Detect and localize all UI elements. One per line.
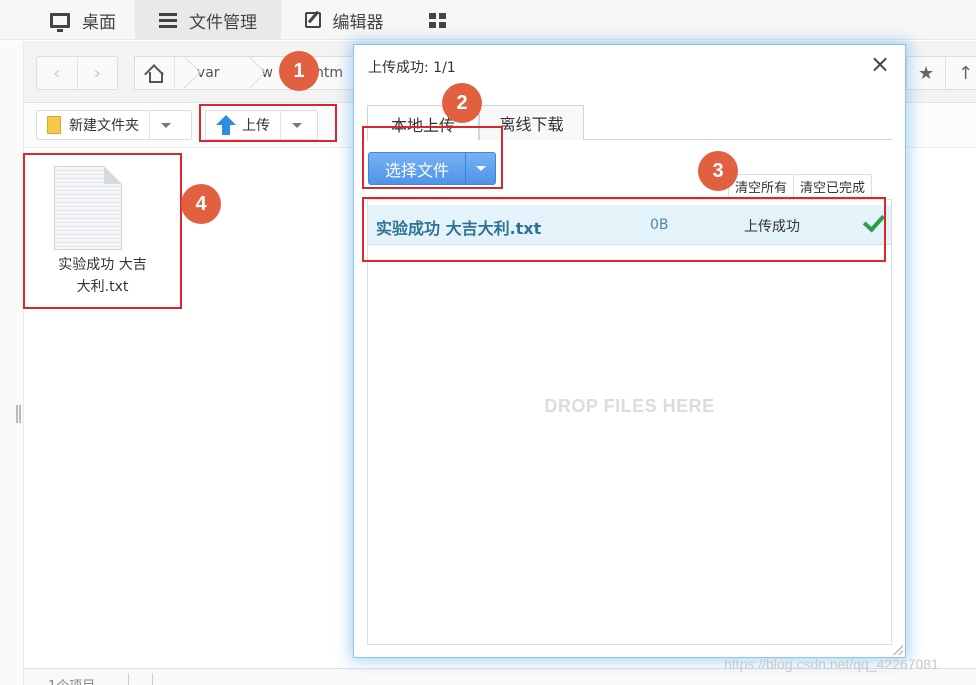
- new-folder-dropdown[interactable]: [149, 111, 181, 139]
- new-folder-label: 新建文件夹: [69, 118, 139, 134]
- tab-apps[interactable]: [407, 0, 467, 40]
- annotation-badge-4: 4: [181, 184, 221, 224]
- tab-file-manager[interactable]: 文件管理: [135, 0, 281, 40]
- breadcrumb: var w htm: [134, 56, 364, 90]
- tab-desktop-label: 桌面: [82, 12, 116, 33]
- tab-editor[interactable]: 编辑器: [281, 0, 407, 40]
- breadcrumb-item[interactable]: var: [175, 57, 240, 89]
- watermark: https://blog.csdn.net/qq_42267081: [724, 656, 939, 672]
- close-icon[interactable]: ×: [869, 52, 891, 76]
- annotation-badge-3: 3: [698, 151, 738, 191]
- dialog-title: 上传成功: 1/1: [368, 60, 456, 76]
- status-divider: [128, 673, 129, 685]
- history-nav: ‹ ›: [36, 56, 118, 90]
- clear-all-button[interactable]: 清空所有: [729, 175, 795, 197]
- top-tab-bar: 桌面 文件管理 编辑器: [0, 0, 976, 40]
- left-panel-strip: [0, 41, 24, 685]
- list-icon: [159, 12, 177, 28]
- resize-handle[interactable]: [893, 645, 903, 655]
- annotation-box-file-item: [23, 153, 182, 309]
- splitter-grip[interactable]: [16, 405, 21, 423]
- tab-file-manager-label: 文件管理: [189, 12, 257, 33]
- status-divider: [152, 673, 153, 685]
- star-icon[interactable]: ★: [907, 57, 947, 89]
- annotation-badge-2: 2: [442, 83, 482, 123]
- annotation-box-select-files: [362, 126, 503, 189]
- caret-down-icon: [160, 122, 171, 128]
- item-count: 1个项目: [48, 675, 95, 685]
- back-button[interactable]: ‹: [37, 57, 78, 89]
- folder-icon: [47, 116, 61, 134]
- new-folder-main[interactable]: 新建文件夹: [37, 111, 149, 139]
- address-actions: ★ ↑: [906, 56, 976, 90]
- annotation-badge-1: 1: [279, 51, 319, 91]
- new-folder-button[interactable]: 新建文件夹: [36, 110, 192, 140]
- upload-file-list[interactable]: 实验成功 大吉大利.txt 0B 上传成功 DROP FILES HERE: [367, 199, 892, 645]
- forward-button[interactable]: ›: [78, 57, 118, 89]
- clear-completed-button[interactable]: 清空已完成: [794, 175, 871, 197]
- up-arrow-icon[interactable]: ↑: [946, 57, 976, 89]
- grid-icon: [428, 12, 446, 28]
- clear-actions: 清空所有 清空已完成: [728, 174, 873, 198]
- drop-zone-hint: DROP FILES HERE: [544, 396, 715, 416]
- monitor-icon: [50, 12, 70, 32]
- edit-icon: [304, 12, 321, 28]
- home-icon: [145, 65, 164, 83]
- annotation-box-upload: [199, 104, 337, 142]
- tab-editor-label: 编辑器: [332, 12, 384, 33]
- tab-desktop[interactable]: 桌面: [28, 0, 138, 40]
- annotation-box-upload-row: [362, 197, 886, 262]
